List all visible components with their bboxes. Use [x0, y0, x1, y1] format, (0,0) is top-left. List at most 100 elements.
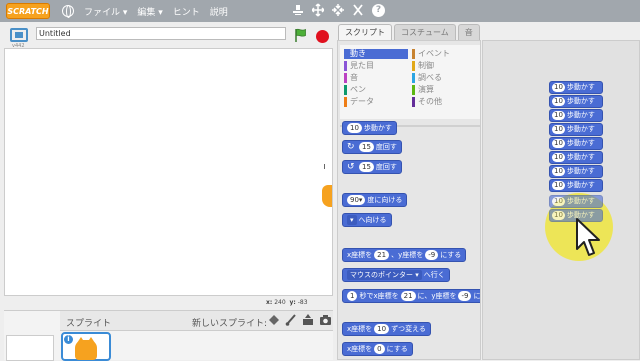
cat-sprite-whisker — [324, 164, 328, 169]
grow-icon[interactable] — [311, 3, 325, 17]
block-text: 歩動かす — [566, 167, 595, 175]
category-operators[interactable]: 演算 — [412, 85, 476, 95]
category-pen[interactable]: ペン — [344, 85, 408, 95]
upload-icon[interactable] — [302, 314, 314, 326]
block-change-x[interactable]: x座標を 10 ずつ変える — [342, 322, 431, 336]
block-goto-target[interactable]: マウスのポインター ▾ へ行く — [342, 268, 450, 282]
menu-edit[interactable]: 編集 ▾ — [137, 5, 162, 18]
category-events[interactable]: イベント — [412, 49, 476, 59]
script-block-move[interactable]: 10 歩動かす — [549, 95, 603, 108]
stop-icon[interactable] — [316, 30, 329, 43]
project-title-input[interactable] — [36, 27, 286, 40]
steps-input[interactable]: 10 — [552, 197, 565, 206]
x-input[interactable]: 0 — [374, 344, 385, 354]
category-data[interactable]: データ — [344, 97, 408, 107]
block-point-towards[interactable]: ▾ へ向ける — [342, 213, 392, 227]
steps-input[interactable]: 10 — [552, 211, 565, 220]
y-input[interactable]: -9 — [458, 291, 472, 301]
stage-canvas[interactable] — [4, 48, 333, 296]
info-icon[interactable]: i — [64, 335, 73, 344]
steps-input[interactable]: 10 — [552, 125, 565, 134]
sprite-thumbnail[interactable]: i — [61, 332, 111, 361]
block-point-direction[interactable]: 90▾ 度に向ける — [342, 193, 408, 207]
move-steps-input[interactable]: 10 — [347, 123, 362, 133]
category-sensing[interactable]: 調べる — [412, 73, 476, 83]
steps-input[interactable]: 10 — [552, 167, 565, 176]
steps-input[interactable]: 10 — [552, 139, 565, 148]
block-text: 秒でx座標を — [359, 292, 399, 300]
scripts-area[interactable]: 10 歩動かす 10 歩動かす 10 歩動かす 10 歩動かす 10 歩動かす 10 歩動か… — [482, 40, 640, 360]
steps-input[interactable]: 10 — [552, 83, 565, 92]
rotate-right-icon: ↻ — [347, 142, 355, 152]
category-looks[interactable]: 見た目 — [344, 61, 408, 71]
script-block-move[interactable]: 10 歩動かす — [549, 151, 603, 164]
cat-sprite[interactable] — [322, 185, 332, 207]
stamp-icon[interactable] — [292, 3, 304, 17]
stage-thumbnail[interactable] — [6, 335, 54, 361]
block-set-x[interactable]: x座標を 0 にする — [342, 342, 413, 356]
x-input[interactable]: 21 — [400, 291, 416, 301]
sprite-pane: スプライト 新しいスプライト: i — [4, 310, 333, 361]
paint-sprite-icon[interactable] — [268, 314, 280, 326]
category-label: 見た目 — [350, 61, 374, 70]
script-block-move[interactable]: 10 歩動かす — [549, 137, 603, 150]
category-motion[interactable]: 動き — [344, 49, 408, 59]
block-glide[interactable]: 1 秒でx座標を 21 に、y座標を -9 に変 — [342, 289, 480, 303]
brush-icon[interactable] — [285, 314, 297, 326]
cursor-tools: ? — [292, 3, 385, 17]
x-label: x: — [266, 299, 273, 306]
seconds-input[interactable]: 1 — [347, 291, 358, 301]
y-input[interactable]: -9 — [425, 250, 439, 260]
turn-degrees-input[interactable]: 15 — [359, 162, 374, 172]
script-block-move[interactable]: 10 歩動かす — [549, 195, 603, 208]
target-dropdown[interactable]: マウスのポインター ▾ — [347, 270, 422, 280]
block-goto-xy[interactable]: x座標を 21 、y座標を -9 にする — [342, 248, 467, 262]
x-input[interactable]: 21 — [374, 250, 390, 260]
shrink-icon[interactable] — [332, 3, 344, 17]
x-change-input[interactable]: 10 — [374, 324, 390, 334]
block-text: x座標を — [347, 325, 373, 333]
scratch-logo[interactable]: SCRATCH — [6, 3, 50, 19]
tab-costumes[interactable]: コスチューム — [394, 24, 456, 40]
steps-input[interactable]: 10 — [552, 97, 565, 106]
menu-tips[interactable]: ヒント — [173, 5, 200, 18]
category-swatch — [412, 85, 415, 95]
script-block-move[interactable]: 10 歩動かす — [549, 179, 603, 192]
turn-degrees-input[interactable]: 15 — [359, 142, 374, 152]
rotate-left-icon: ↺ — [347, 162, 355, 172]
script-block-move[interactable]: 10 歩動かす — [549, 109, 603, 122]
category-control[interactable]: 制御 — [412, 61, 476, 71]
script-block-move[interactable]: 10 歩動かす — [549, 165, 603, 178]
steps-input[interactable]: 10 — [552, 111, 565, 120]
category-more[interactable]: その他 — [412, 97, 476, 107]
menu-about[interactable]: 説明 — [210, 5, 228, 18]
script-block-move[interactable]: 10 歩動かす — [549, 81, 603, 94]
category-sound[interactable]: 音 — [344, 73, 408, 83]
tab-sounds[interactable]: 音 — [457, 24, 480, 40]
block-text: にする — [386, 345, 408, 353]
block-text: 、y座標を — [391, 251, 424, 259]
tab-scripts[interactable]: スクリプト — [338, 24, 392, 40]
green-flag-icon[interactable] — [294, 28, 308, 42]
fullscreen-icon[interactable] — [10, 28, 28, 42]
category-label: 制御 — [418, 61, 434, 70]
steps-input[interactable]: 10 — [552, 181, 565, 190]
block-turn-right[interactable]: ↻ 15 度回す — [342, 140, 402, 154]
category-swatch — [344, 49, 347, 59]
block-text: に、y座標を — [417, 292, 457, 300]
block-text: ずつ変える — [391, 325, 426, 333]
camera-icon[interactable] — [319, 314, 332, 326]
block-turn-left[interactable]: ↺ 15 度回す — [342, 160, 402, 174]
globe-icon[interactable] — [62, 5, 74, 18]
steps-input[interactable]: 10 — [552, 153, 565, 162]
target-dropdown[interactable]: ▾ — [347, 215, 357, 225]
help-icon[interactable]: ? — [372, 4, 385, 17]
mouse-coordinates: x: 240 y: -83 — [266, 299, 308, 306]
block-move[interactable]: 10 歩動かす — [342, 121, 397, 135]
scissors-icon[interactable] — [352, 3, 364, 17]
script-block-move[interactable]: 10 歩動かす — [549, 123, 603, 136]
sprite-header: スプライト 新しいスプライト: — [60, 311, 333, 331]
menu-file[interactable]: ファイル ▾ — [84, 5, 127, 18]
direction-input[interactable]: 90▾ — [347, 195, 366, 205]
block-text: 歩動かす — [566, 125, 595, 133]
